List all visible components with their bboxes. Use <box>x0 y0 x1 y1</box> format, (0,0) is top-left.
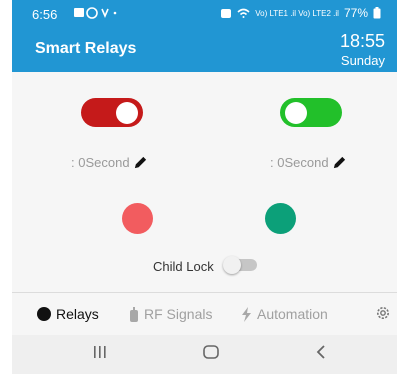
child-lock-switch[interactable] <box>223 256 257 274</box>
app-day: Sunday <box>340 53 385 68</box>
child-lock-label: Child Lock <box>153 259 214 274</box>
app-screen: 6:56 Vo) LTE1 .il Vo) LTE2 .il 77% Smart… <box>12 0 397 374</box>
lightning-icon <box>242 306 251 322</box>
remote-icon <box>130 306 138 322</box>
tab-automation-label: Automation <box>257 306 328 322</box>
relay-2-timer[interactable]: : 0Second <box>270 155 347 170</box>
pencil-icon[interactable] <box>133 155 148 170</box>
bottom-tab-bar: Relays RF Signals Automation <box>12 293 397 335</box>
relay-1-indicator[interactable] <box>122 203 153 234</box>
signal-label: Vo) LTE1 .il Vo) LTE2 .il <box>255 8 339 18</box>
relay-2-timer-label: : 0Second <box>270 155 329 170</box>
tab-settings[interactable] <box>375 305 391 321</box>
relay-2-toggle[interactable] <box>280 98 342 127</box>
home-icon[interactable] <box>202 345 220 359</box>
circle-icon <box>37 307 51 321</box>
recent-apps-icon[interactable] <box>92 345 108 359</box>
status-time: 6:56 <box>32 7 58 22</box>
notification-icons <box>73 7 117 22</box>
status-bar: 6:56 Vo) LTE1 .il Vo) LTE2 .il 77% <box>12 0 397 30</box>
back-icon[interactable] <box>315 345 327 359</box>
toggle-knob <box>285 102 307 124</box>
battery-percent: 77% <box>343 6 368 20</box>
switch-knob <box>223 256 241 274</box>
tab-relays[interactable]: Relays <box>37 306 99 322</box>
alarm-icon <box>221 8 232 18</box>
toggle-knob <box>116 102 138 124</box>
relay-2-indicator[interactable] <box>265 203 296 234</box>
gear-icon <box>377 307 389 319</box>
tab-rf-signals[interactable]: RF Signals <box>129 306 212 322</box>
wifi-icon <box>237 8 250 18</box>
app-bar: Smart Relays 18:55 Sunday <box>12 30 397 72</box>
battery-icon <box>373 7 381 19</box>
app-title: Smart Relays <box>35 40 137 57</box>
tab-rf-signals-label: RF Signals <box>144 306 213 322</box>
system-nav-bar <box>12 335 397 374</box>
relay-1-toggle[interactable] <box>81 98 143 127</box>
notification-icons-group <box>74 7 117 19</box>
relay-1-timer[interactable]: : 0Second <box>71 155 148 170</box>
relay-1-timer-label: : 0Second <box>71 155 130 170</box>
pencil-icon[interactable] <box>332 155 347 170</box>
tab-relays-label: Relays <box>56 306 99 322</box>
tab-automation[interactable]: Automation <box>241 306 328 322</box>
status-right: Vo) LTE1 .il Vo) LTE2 .il 77% <box>220 6 381 20</box>
app-clock: 18:55 <box>339 31 385 51</box>
